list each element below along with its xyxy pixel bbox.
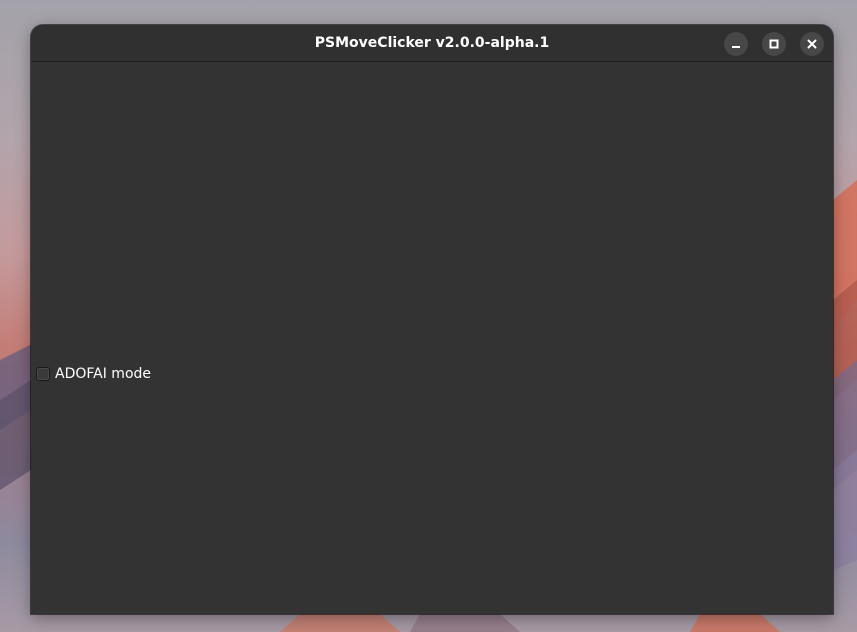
window-title: PSMoveClicker v2.0.0-alpha.1 — [314, 35, 550, 51]
adofai-mode-label[interactable]: ADOFAI mode — [55, 365, 151, 383]
window-controls — [724, 32, 824, 56]
close-button[interactable] — [800, 32, 824, 56]
minimize-icon — [732, 46, 740, 48]
minimize-button[interactable] — [724, 32, 748, 56]
maximize-button[interactable] — [762, 32, 786, 56]
adofai-mode-checkbox[interactable] — [36, 367, 50, 381]
main-content: ADOFAI mode — [31, 62, 833, 614]
maximize-icon — [769, 39, 779, 49]
adofai-mode-option[interactable]: ADOFAI mode — [36, 365, 151, 383]
app-window: PSMoveClicker v2.0.0-alpha.1 ADOFAI mode — [31, 25, 833, 614]
title-bar[interactable]: PSMoveClicker v2.0.0-alpha.1 — [31, 25, 833, 62]
close-icon — [807, 39, 817, 49]
